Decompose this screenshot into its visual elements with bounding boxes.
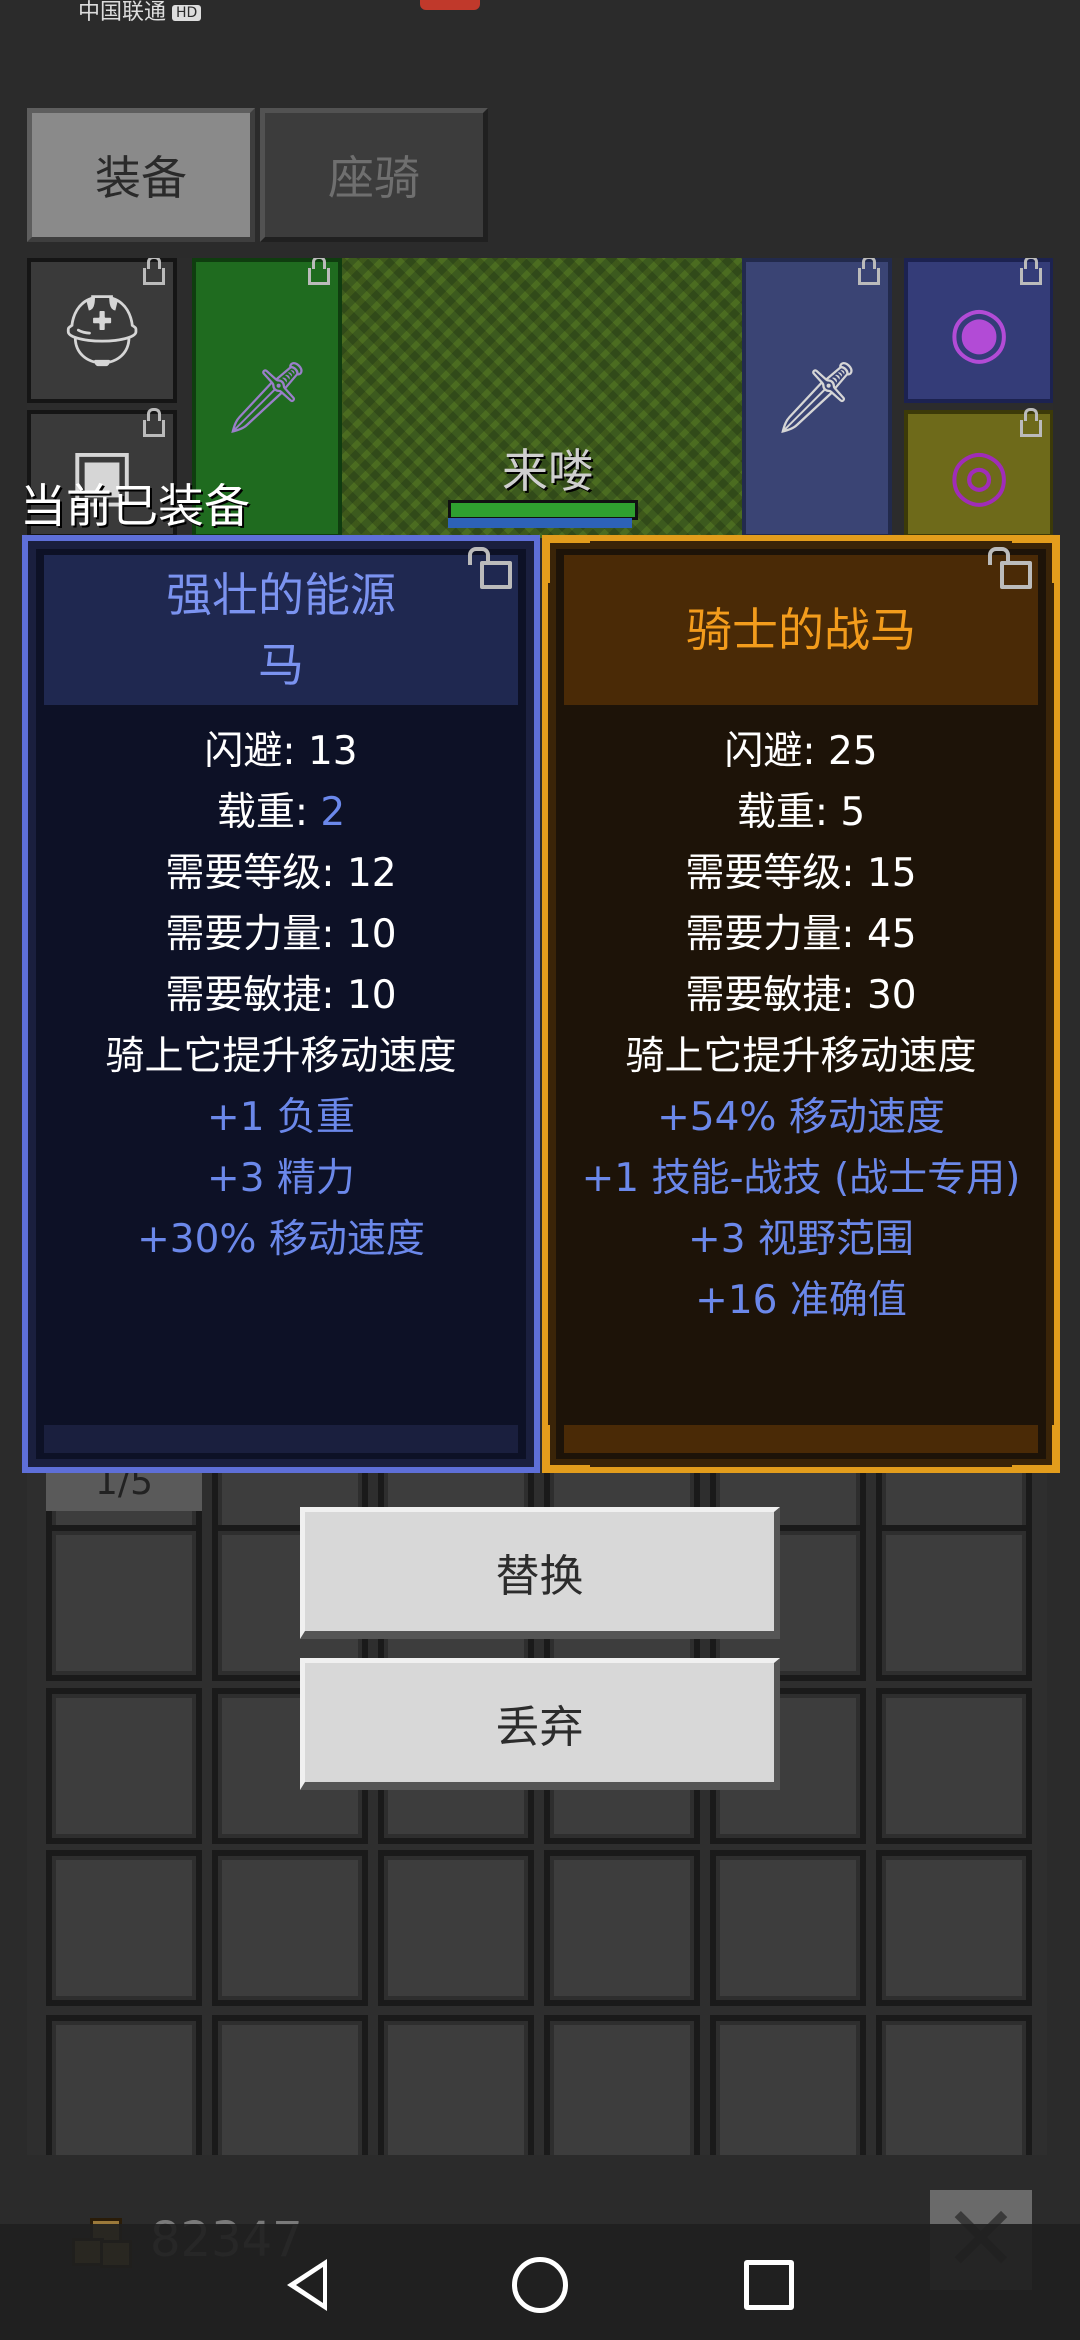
inventory-cell[interactable]	[876, 1688, 1032, 1844]
stat-dodge: 闪避: 25	[724, 729, 878, 774]
current-equipped-label: 当前已装备	[20, 479, 250, 533]
equipped-item-title: 强壮的能源马	[166, 568, 396, 692]
lock-icon	[143, 408, 165, 437]
equipped-item-card: 强壮的能源马 闪避: 13 载重: 2 需要等级: 12 需要力量: 10 需要…	[22, 535, 540, 1473]
card-footer	[44, 1425, 518, 1453]
helmet-slot[interactable]: ⛑	[27, 258, 177, 403]
inventory-cell[interactable]	[46, 1688, 202, 1844]
inventory-cell[interactable]	[876, 1850, 1032, 2006]
stat-load: 载重: 5	[736, 790, 866, 835]
health-bar	[448, 500, 638, 520]
lock-icon	[1020, 408, 1042, 437]
inventory-cell[interactable]	[212, 2015, 368, 2171]
inventory-cell[interactable]	[46, 1850, 202, 2006]
inventory-cell[interactable]	[710, 2015, 866, 2171]
sword-icon: 🗡	[222, 356, 312, 439]
helmet-icon: ⛑	[57, 289, 147, 371]
stat-req-agility: 需要敏捷: 30	[685, 973, 917, 1018]
lock-icon	[1020, 258, 1042, 285]
inventory-cell[interactable]	[544, 2015, 700, 2171]
stat-req-agility: 需要敏捷: 10	[165, 973, 397, 1018]
inventory-cell[interactable]	[212, 1850, 368, 2006]
discard-button[interactable]: 丢弃	[300, 1658, 780, 1790]
bonus-line: +30% 移动速度	[137, 1217, 425, 1262]
status-bar: 中国联通 HD	[0, 0, 1080, 40]
stat-req-strength: 需要力量: 10	[165, 912, 397, 957]
new-item-card: 骑士的战马 闪避: 25 载重: 5 需要等级: 15 需要力量: 45 需要敏…	[542, 535, 1060, 1473]
character-name: 来喽	[502, 444, 594, 498]
recents-button[interactable]	[734, 2250, 804, 2320]
back-icon	[287, 2259, 327, 2311]
inventory-cell[interactable]	[876, 1525, 1032, 1681]
unlock-icon[interactable]	[988, 547, 1032, 589]
offhand-slot[interactable]: 🗡	[742, 258, 892, 538]
stat-dodge: 闪避: 13	[204, 729, 358, 774]
bonus-line: +1 技能-战技 (战士专用)	[581, 1156, 1021, 1201]
equipped-item-stats: 闪避: 13 载重: 2 需要等级: 12 需要力量: 10 需要敏捷: 10 …	[28, 721, 534, 1270]
recents-icon	[744, 2260, 794, 2310]
carrier-name: 中国联通	[78, 0, 167, 25]
necklace-slot[interactable]: ◉	[904, 258, 1053, 403]
recording-icon	[420, 0, 480, 10]
home-button[interactable]	[505, 2250, 575, 2320]
inventory-cell[interactable]	[378, 2015, 534, 2171]
hd-badge: HD	[172, 5, 202, 21]
stat-req-strength: 需要力量: 45	[685, 912, 917, 957]
sword-icon: 🗡	[772, 356, 862, 439]
necklace-icon: ◉	[948, 289, 1010, 372]
home-icon	[512, 2257, 568, 2313]
ring-slot[interactable]: ◎	[904, 408, 1053, 538]
tab-equipment[interactable]: 装备	[27, 108, 255, 242]
stat-req-level: 需要等级: 15	[685, 851, 917, 896]
mana-bar	[448, 518, 632, 528]
equipped-item-name: 强壮的能源马	[44, 555, 518, 705]
lock-icon	[308, 258, 330, 285]
bonus-line: +16 准确值	[695, 1278, 907, 1323]
inventory-cell[interactable]	[710, 1850, 866, 2006]
unlock-icon[interactable]	[468, 547, 512, 589]
item-description: 骑上它提升移动速度	[625, 1034, 977, 1079]
new-item-title: 骑士的战马	[686, 603, 916, 657]
tab-mount[interactable]: 座骑	[260, 108, 488, 242]
ring-icon: ◎	[948, 433, 1010, 515]
lock-icon	[143, 258, 165, 285]
carrier-label: 中国联通 HD	[78, 0, 202, 26]
inventory-cell[interactable]	[46, 2015, 202, 2171]
inventory-cell[interactable]	[46, 1525, 202, 1681]
new-item-name: 骑士的战马	[564, 555, 1038, 705]
bonus-line: +54% 移动速度	[657, 1095, 945, 1140]
stat-req-level: 需要等级: 12	[165, 851, 397, 896]
stat-load: 载重: 2	[216, 790, 346, 835]
inventory-cell[interactable]	[876, 2015, 1032, 2171]
back-button[interactable]	[272, 2250, 342, 2320]
item-description: 骑上它提升移动速度	[105, 1034, 457, 1079]
new-item-stats: 闪避: 25 载重: 5 需要等级: 15 需要力量: 45 需要敏捷: 30 …	[548, 721, 1054, 1331]
card-footer	[564, 1425, 1038, 1453]
bonus-line: +1 负重	[207, 1095, 355, 1140]
bonus-line: +3 精力	[207, 1156, 355, 1201]
inventory-cell[interactable]	[544, 1850, 700, 2006]
replace-button[interactable]: 替换	[300, 1507, 780, 1639]
bonus-line: +3 视野范围	[688, 1217, 914, 1262]
inventory-cell[interactable]	[378, 1850, 534, 2006]
lock-icon	[858, 258, 880, 285]
